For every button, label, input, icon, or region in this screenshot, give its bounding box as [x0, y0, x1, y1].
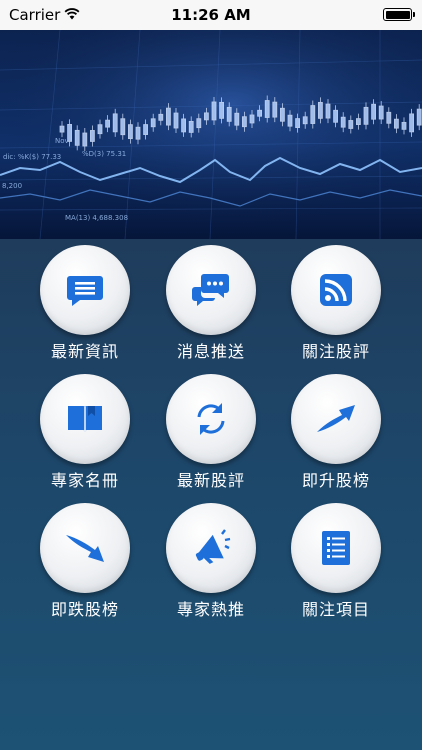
- menu-item-expert-picks[interactable]: 專家熱推: [156, 497, 266, 619]
- banner-image: Nov dic: %K($) 77.33 %D(3) 75.31 MA(13) …: [0, 30, 422, 239]
- candle-body: [105, 119, 110, 128]
- battery-icon: [383, 8, 415, 21]
- main-menu: 最新資訊 消息推送 關注股評 專家名冊 最新股評 即升股榜 即跌股榜 專家熱推 …: [0, 239, 422, 750]
- chat-push-icon: [192, 274, 229, 306]
- list-icon: [322, 531, 350, 565]
- candle-body: [150, 118, 156, 128]
- candle-body: [249, 114, 255, 124]
- menu-label: 即跌股榜: [50, 600, 119, 619]
- menu-button-circle[interactable]: [291, 245, 381, 335]
- menu-item-expert-directory[interactable]: 專家名冊: [30, 368, 140, 490]
- candle-body: [333, 109, 339, 123]
- menu-item-latest-news[interactable]: 最新資訊: [30, 239, 140, 361]
- menu-item-push-messages[interactable]: 消息推送: [156, 239, 266, 361]
- menu-label: 最新股評: [176, 471, 245, 490]
- candle-body: [188, 121, 194, 133]
- menu-label: 關注股評: [301, 342, 370, 361]
- menu-label: 專家熱推: [176, 600, 245, 619]
- menu-button-circle[interactable]: [40, 503, 130, 593]
- menu-label: 消息推送: [176, 342, 245, 361]
- candle-body: [241, 116, 247, 128]
- candle-body: [135, 126, 141, 140]
- menu-button-circle[interactable]: [166, 245, 256, 335]
- candle-body: [378, 105, 384, 120]
- candle-body: [279, 107, 285, 122]
- candle-body: [325, 103, 331, 119]
- candle-body: [257, 109, 263, 117]
- candle-body: [302, 116, 308, 125]
- menu-button-circle[interactable]: [40, 245, 130, 335]
- candle-body: [226, 106, 232, 122]
- candle-body: [393, 118, 399, 129]
- menu-item-followed-items[interactable]: 關注項目: [281, 497, 391, 619]
- candle-body: [59, 125, 65, 133]
- up-arrow-icon: [317, 405, 355, 432]
- book-icon: [68, 406, 102, 432]
- menu-item-rising-stocks[interactable]: 即升股榜: [281, 368, 391, 490]
- candle-body: [264, 100, 270, 118]
- candle-body: [272, 101, 278, 118]
- menu-button-circle[interactable]: [291, 374, 381, 464]
- candle-body: [416, 108, 422, 126]
- menu-label: 專家名冊: [50, 471, 119, 490]
- candle-body: [143, 124, 149, 135]
- candle-body: [363, 106, 369, 125]
- menu-label: 關注項目: [301, 600, 370, 619]
- candle-body: [295, 118, 301, 128]
- candle-body: [401, 121, 407, 130]
- candle-body: [203, 112, 209, 121]
- banner-text-left: 8,200: [2, 182, 22, 190]
- candle-body: [181, 118, 187, 133]
- candle-body: [165, 107, 171, 126]
- banner-text-nov: Nov: [55, 137, 69, 145]
- candle-body: [74, 129, 80, 146]
- candle-body: [158, 113, 164, 121]
- status-bar: Carrier 11:26 AM: [0, 0, 422, 30]
- candle-body: [317, 101, 323, 119]
- battery-level: [385, 10, 410, 19]
- candle-body: [211, 101, 217, 121]
- candle-body: [82, 132, 88, 147]
- banner-text-pct: %D(3) 75.31: [82, 150, 126, 158]
- candle-body: [348, 120, 354, 129]
- down-arrow-icon: [66, 535, 104, 562]
- stock-chart-image: Nov dic: %K($) 77.33 %D(3) 75.31 MA(13) …: [0, 30, 422, 239]
- candle-body: [310, 105, 316, 124]
- refresh-icon: [197, 403, 225, 435]
- banner-text-ma: MA(13) 4,688.308: [65, 214, 128, 222]
- menu-button-circle[interactable]: [291, 503, 381, 593]
- megaphone-icon: [195, 529, 231, 564]
- menu-item-falling-stocks[interactable]: 即跌股榜: [30, 497, 140, 619]
- menu-button-circle[interactable]: [40, 374, 130, 464]
- candle-body: [196, 118, 202, 129]
- rss-feed-icon: [320, 274, 352, 306]
- candle-body: [287, 114, 293, 127]
- news-message-icon: [67, 276, 103, 306]
- candle-body: [219, 101, 225, 119]
- candle-body: [97, 124, 103, 135]
- candle-body: [127, 124, 133, 140]
- candle-body: [386, 111, 392, 124]
- status-time: 11:26 AM: [171, 6, 251, 24]
- candle-body: [112, 113, 118, 133]
- menu-label: 即升股榜: [301, 471, 370, 490]
- candle-body: [409, 113, 415, 133]
- candle-body: [355, 118, 361, 125]
- menu-item-followed-reviews[interactable]: 關注股評: [281, 239, 391, 361]
- candle-body: [120, 118, 126, 136]
- menu-label: 最新資訊: [50, 342, 119, 361]
- banner-text-dic: dic: %K($) 77.33: [3, 153, 61, 161]
- candle-body: [234, 112, 240, 126]
- candle-body: [340, 116, 346, 128]
- menu-button-circle[interactable]: [166, 503, 256, 593]
- candle-body: [90, 130, 95, 142]
- candle-body: [173, 112, 179, 129]
- menu-item-latest-reviews[interactable]: 最新股評: [156, 368, 266, 490]
- menu-button-circle[interactable]: [166, 374, 256, 464]
- candle-body: [371, 103, 377, 120]
